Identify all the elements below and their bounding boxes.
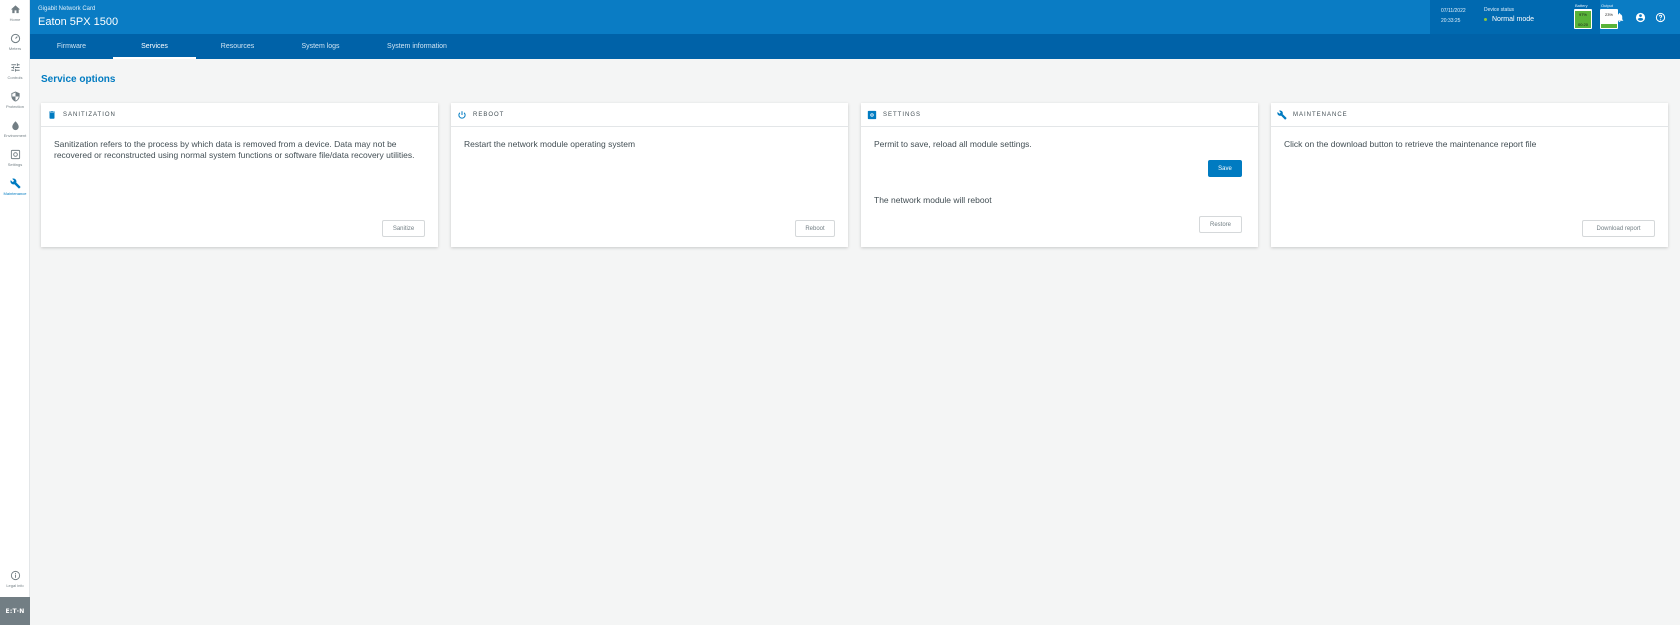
alarm-bell-icon[interactable] (1614, 12, 1625, 23)
sidebar-item-settings[interactable]: Settings (0, 149, 30, 175)
sidebar-item-legal-info[interactable]: Legal info (0, 570, 30, 596)
sidebar-item-label: Legal info (6, 583, 24, 588)
tab-bar: Firmware Services Resources System logs … (30, 34, 1680, 59)
sanitization-card: SANITIZATION Sanitization refers to the … (41, 103, 438, 247)
battery-runtime: 00:20 (1577, 22, 1588, 27)
maintenance-card: MAINTENANCE Click on the download button… (1271, 103, 1668, 247)
card-title: REBOOT (473, 111, 505, 118)
status-date: 07/11/2022 (1441, 8, 1466, 14)
sanitize-button[interactable]: Sanitize (382, 220, 425, 237)
sidebar: Home Meters Controls Protection Environm… (0, 0, 30, 625)
sidebar-item-protection[interactable]: Protection (0, 91, 30, 117)
card-description: Sanitization refers to the process by wh… (54, 139, 415, 160)
card-description: Restart the network module operating sys… (464, 139, 636, 149)
sidebar-item-home[interactable]: Home (0, 4, 30, 30)
tab-system-logs[interactable]: System logs (279, 34, 362, 59)
home-icon (10, 5, 20, 14)
tab-services[interactable]: Services (113, 34, 196, 59)
battery-percent: 97% (1578, 12, 1587, 17)
save-button[interactable]: Save (1208, 160, 1242, 177)
power-icon (458, 110, 466, 119)
restore-button[interactable]: Restore (1199, 216, 1242, 233)
status-time: 20:33:25 (1441, 18, 1461, 24)
reboot-card: REBOOT Restart the network module operat… (451, 103, 848, 247)
sidebar-item-meters[interactable]: Meters (0, 33, 30, 59)
card-header: SANITIZATION (41, 103, 438, 127)
sidebar-item-label: Settings (7, 162, 23, 167)
card-title: MAINTENANCE (1293, 111, 1348, 118)
battery-gauge[interactable]: 97% 00:20 (1574, 9, 1592, 29)
page-title: Service options (41, 74, 116, 85)
output-label: Output (1601, 3, 1614, 8)
sidebar-item-environment[interactable]: Environment (0, 120, 30, 146)
settings-card: SETTINGS Permit to save, reload all modu… (861, 103, 1258, 247)
status-panel: 07/11/2022 20:33:25 Device status Normal… (1430, 0, 1618, 34)
trash-icon (49, 110, 55, 119)
card-header: MAINTENANCE (1271, 103, 1668, 127)
user-account-icon[interactable] (1635, 12, 1646, 23)
battery-label: Battery (1575, 3, 1588, 8)
card-note: The network module will reboot (874, 195, 992, 205)
reboot-button[interactable]: Reboot (795, 220, 835, 237)
settings-icon (867, 110, 877, 119)
wrench-icon (1277, 109, 1287, 120)
eaton-logo: E:T·N (0, 597, 30, 625)
card-header: SETTINGS (861, 103, 1258, 127)
app-header: Gigabit Network Card Eaton 5PX 1500 07/1… (30, 0, 1680, 34)
shield-icon (10, 91, 20, 102)
device-status-text: Normal mode (1492, 16, 1535, 23)
card-title: SETTINGS (883, 111, 922, 118)
tab-system-information[interactable]: System information (362, 34, 472, 59)
tab-firmware[interactable]: Firmware (30, 34, 113, 59)
sidebar-item-label: Maintenance (3, 191, 27, 196)
card-header: REBOOT (451, 103, 848, 127)
device-title: Eaton 5PX 1500 (38, 16, 119, 28)
help-icon[interactable] (1655, 12, 1666, 23)
app-subtitle: Gigabit Network Card (38, 6, 96, 12)
info-icon (10, 570, 20, 581)
sidebar-item-maintenance[interactable]: Maintenance (0, 178, 30, 204)
gauge-icon (10, 33, 20, 44)
card-description: Click on the download button to retrieve… (1284, 139, 1537, 149)
sidebar-item-label: Meters (8, 46, 22, 51)
status-dot-icon (1484, 18, 1487, 21)
sidebar-item-controls[interactable]: Controls (0, 62, 30, 88)
card-title: SANITIZATION (63, 111, 116, 118)
sidebar-item-label: Home (9, 17, 21, 22)
device-status-label: Device status (1484, 7, 1515, 13)
sidebar-item-label: Environment (3, 133, 27, 138)
wrench-icon (9, 178, 21, 189)
download-report-button[interactable]: Download report (1582, 220, 1655, 237)
card-description: Permit to save, reload all module settin… (874, 139, 1032, 149)
device-status-value: Normal mode (1484, 16, 1534, 23)
tab-resources[interactable]: Resources (196, 34, 279, 59)
settings-icon (10, 149, 20, 160)
sliders-icon (10, 63, 20, 72)
sidebar-item-label: Controls (7, 75, 23, 80)
droplet-icon (11, 121, 19, 131)
sidebar-item-label: Protection (5, 104, 24, 109)
output-fill (1601, 23, 1617, 28)
